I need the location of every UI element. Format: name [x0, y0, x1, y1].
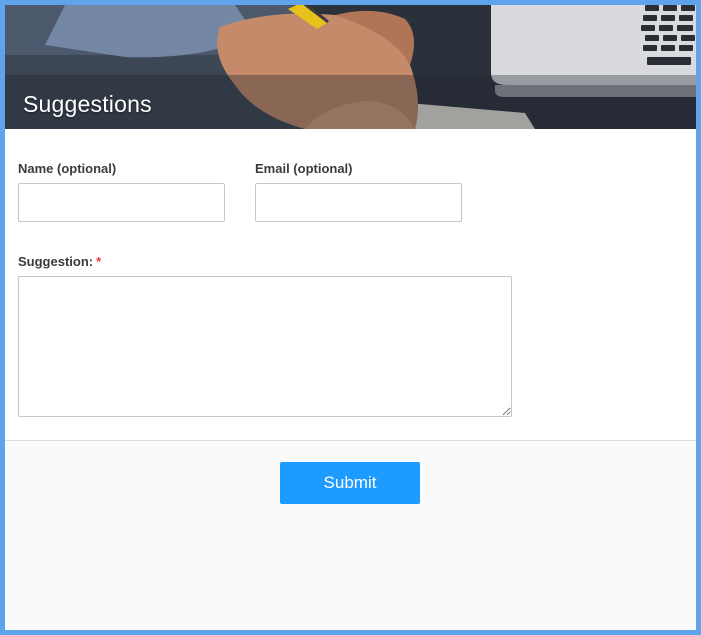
form-header: Suggestions: [5, 5, 696, 129]
email-input[interactable]: [255, 183, 462, 222]
suggestion-textarea[interactable]: [18, 276, 512, 417]
required-marker: *: [96, 254, 102, 269]
form-frame: Suggestions Name (optional) Email (optio…: [5, 5, 696, 630]
email-label: Email (optional): [255, 161, 353, 176]
form-title: Suggestions: [23, 91, 152, 117]
suggestion-label-group: Suggestion: *: [18, 254, 101, 269]
name-input[interactable]: [18, 183, 225, 222]
suggestion-label: Suggestion:: [18, 254, 94, 269]
name-label: Name (optional): [18, 161, 117, 176]
form-body: Name (optional) Email (optional) Suggest…: [5, 129, 696, 441]
submit-button[interactable]: Submit: [280, 462, 420, 504]
